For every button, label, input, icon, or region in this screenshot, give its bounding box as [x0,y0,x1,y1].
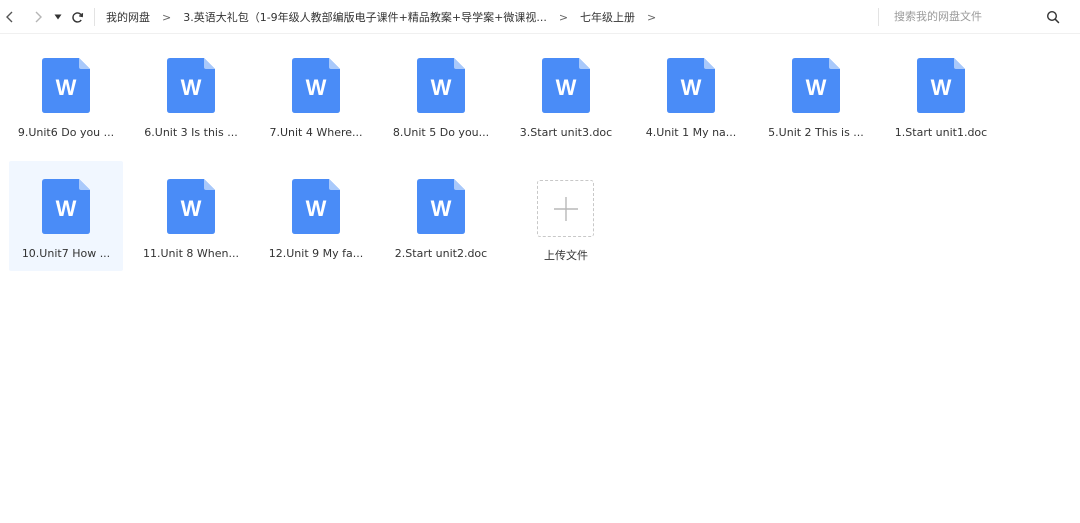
file-item[interactable]: W 9.Unit6 Do you ... [9,40,123,150]
svg-text:W: W [56,75,77,100]
word-doc-icon: W [667,58,715,113]
file-item[interactable]: W 6.Unit 3 Is this ... [134,40,248,150]
file-row: W 9.Unit6 Do you ... W 6.Unit 3 Is this … [9,40,1069,161]
word-doc-icon: W [42,179,90,234]
refresh-icon [71,11,83,23]
file-item[interactable]: W 5.Unit 2 This is ... [759,40,873,150]
breadcrumb-separator: > [558,10,569,24]
breadcrumb-item-english-pack[interactable]: 3.英语大礼包（1-9年级人教部编版电子课件+精品教案+导学案+微课视... [183,9,547,25]
svg-text:W: W [931,75,952,100]
upload-file-button[interactable]: 上传文件 [509,161,623,271]
file-item[interactable]: W 8.Unit 5 Do you... [384,40,498,150]
file-name: 6.Unit 3 Is this ... [144,126,238,139]
file-item[interactable]: W 1.Start unit1.doc [884,40,998,150]
file-item-selected[interactable]: W 10.Unit7 How ... [9,161,123,271]
word-doc-icon: W [292,58,340,113]
svg-text:W: W [306,75,327,100]
toolbar: 我的网盘 > 3.英语大礼包（1-9年级人教部编版电子课件+精品教案+导学案+微… [0,0,1080,34]
search-input[interactable]: 搜索我的网盘文件 [894,0,982,34]
svg-text:W: W [431,75,452,100]
svg-text:W: W [806,75,827,100]
svg-text:W: W [306,196,327,221]
search-divider [878,8,879,26]
file-item[interactable]: W 7.Unit 4 Where... [259,40,373,150]
file-item[interactable]: W 3.Start unit3.doc [509,40,623,150]
word-doc-icon: W [417,58,465,113]
breadcrumb-item-root[interactable]: 我的网盘 [106,9,150,25]
upload-box[interactable] [537,180,594,237]
word-doc-icon: W [167,179,215,234]
file-name: 7.Unit 4 Where... [269,126,363,139]
forward-button[interactable] [30,7,46,27]
file-name: 2.Start unit2.doc [394,247,488,260]
breadcrumb-item-current[interactable]: 七年级上册 [580,9,635,25]
plus-icon [553,196,578,221]
file-item[interactable]: W 2.Start unit2.doc [384,161,498,271]
word-doc-icon: W [542,58,590,113]
svg-text:W: W [181,75,202,100]
chevron-left-icon [6,11,13,23]
caret-down-icon [54,14,62,20]
svg-text:W: W [556,75,577,100]
back-button[interactable] [2,7,18,27]
file-name: 8.Unit 5 Do you... [392,126,490,139]
refresh-button[interactable] [68,7,86,27]
breadcrumb-separator: > [647,10,657,24]
history-dropdown-button[interactable] [52,7,64,27]
file-name: 3.Start unit3.doc [519,126,613,139]
file-name: 12.Unit 9 My fa... [268,247,364,260]
svg-text:W: W [56,196,77,221]
file-name: 11.Unit 8 When... [143,247,239,260]
breadcrumb: 我的网盘 > 3.英语大礼包（1-9年级人教部编版电子课件+精品教案+导学案+微… [106,0,668,34]
word-doc-icon: W [917,58,965,113]
file-name: 9.Unit6 Do you ... [17,126,115,139]
upload-label: 上传文件 [544,249,588,262]
file-name: 10.Unit7 How ... [21,247,111,260]
file-grid: W 9.Unit6 Do you ... W 6.Unit 3 Is this … [9,40,1069,282]
chevron-right-icon [35,11,42,23]
word-doc-icon: W [292,179,340,234]
word-doc-icon: W [417,179,465,234]
file-name: 1.Start unit1.doc [894,126,988,139]
word-doc-icon: W [167,58,215,113]
word-doc-icon: W [792,58,840,113]
file-item[interactable]: W 12.Unit 9 My fa... [259,161,373,271]
word-doc-icon: W [42,58,90,113]
file-item[interactable]: W 4.Unit 1 My na... [634,40,748,150]
svg-text:W: W [681,75,702,100]
file-item[interactable]: W 11.Unit 8 When... [134,161,248,271]
breadcrumb-separator: > [162,10,172,24]
toolbar-divider [94,8,95,26]
file-row: W 10.Unit7 How ... W 11.Unit 8 When... W… [9,161,1069,282]
search-icon[interactable] [1046,10,1060,24]
svg-text:W: W [181,196,202,221]
file-name: 4.Unit 1 My na... [645,126,737,139]
file-name: 5.Unit 2 This is ... [768,126,864,139]
svg-text:W: W [431,196,452,221]
